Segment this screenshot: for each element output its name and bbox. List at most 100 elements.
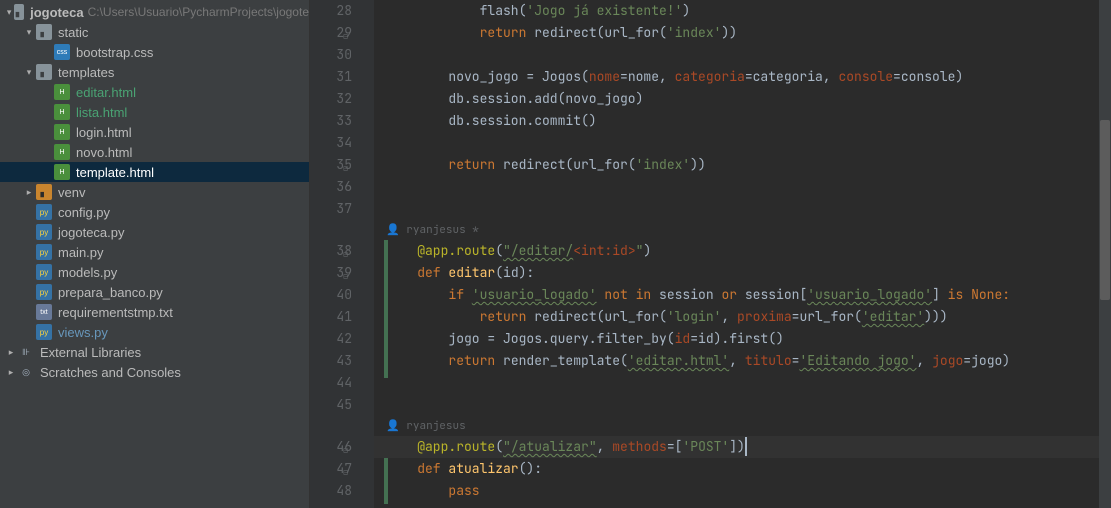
- tree-item-label: Scratches and Consoles: [40, 365, 181, 380]
- folder-icon: ▖: [36, 24, 52, 40]
- tree-item-label: novo.html: [76, 145, 132, 160]
- line-number: 32: [310, 88, 352, 110]
- tree-item-path: C:\Users\Usuario\PycharmProjects\jogote: [88, 5, 309, 19]
- tree-item-label: jogoteca: [30, 5, 83, 20]
- html-icon: H: [54, 84, 70, 100]
- html-icon: H: [54, 164, 70, 180]
- scrollbar-thumb[interactable]: [1100, 120, 1110, 300]
- vertical-scrollbar[interactable]: [1099, 0, 1111, 508]
- fold-icon[interactable]: ⊟: [339, 462, 348, 471]
- py-icon: py: [36, 204, 52, 220]
- tree-item-lista-html[interactable]: Hlista.html: [0, 102, 309, 122]
- line-number: 42: [310, 328, 352, 350]
- vcs-annotation: 👤 ryanjesus *: [374, 220, 1111, 240]
- tree-item-config-py[interactable]: py config.py: [0, 202, 309, 222]
- line-number: 48: [310, 480, 352, 502]
- tree-item-label: main.py: [58, 245, 104, 260]
- html-icon: H: [54, 124, 70, 140]
- chevron-icon[interactable]: ▾: [24, 67, 34, 78]
- vcs-annotation: 👤 ryanjesus: [374, 416, 1111, 436]
- line-number: [310, 220, 352, 240]
- line-number: 46⊟: [310, 436, 352, 458]
- fold-icon[interactable]: ⊟: [339, 158, 348, 167]
- tree-item-templates[interactable]: ▾▖ templates: [0, 62, 309, 82]
- tree-item-external-libraries[interactable]: ▸⊪ External Libraries: [0, 342, 309, 362]
- tree-item-label: static: [58, 25, 88, 40]
- tree-item-jogoteca[interactable]: ▾▖ jogoteca C:\Users\Usuario\PycharmProjec…: [0, 2, 309, 22]
- tree-item-venv[interactable]: ▸▖ venv: [0, 182, 309, 202]
- line-number: 44: [310, 372, 352, 394]
- tree-item-label: config.py: [58, 205, 110, 220]
- current-line[interactable]: @app.route("/atualizar", methods=['POST'…: [374, 436, 1111, 458]
- tree-item-label: models.py: [58, 265, 117, 280]
- html-icon: H: [54, 144, 70, 160]
- chevron-icon[interactable]: ▸: [6, 367, 16, 378]
- tree-item-login-html[interactable]: Hlogin.html: [0, 122, 309, 142]
- line-number: 38⊟: [310, 240, 352, 262]
- chevron-icon[interactable]: ▾: [24, 27, 34, 38]
- fold-icon[interactable]: ⊟: [339, 266, 348, 275]
- line-number: 34: [310, 132, 352, 154]
- py-icon: py: [36, 324, 52, 340]
- line-number: 43: [310, 350, 352, 372]
- line-number: 35⊟: [310, 154, 352, 176]
- line-number: 30: [310, 44, 352, 66]
- tree-item-novo-html[interactable]: Hnovo.html: [0, 142, 309, 162]
- tree-item-jogoteca-py[interactable]: py jogoteca.py: [0, 222, 309, 242]
- chevron-icon[interactable]: ▸: [24, 187, 34, 198]
- tree-item-label: templates: [58, 65, 114, 80]
- line-number: 36: [310, 176, 352, 198]
- line-number: 47⊟: [310, 458, 352, 480]
- tree-item-label: views.py: [58, 325, 108, 340]
- tree-item-label: jogoteca.py: [58, 225, 125, 240]
- py-icon: py: [36, 264, 52, 280]
- line-number: 41: [310, 306, 352, 328]
- code-area[interactable]: flash('Jogo já existente!') return redir…: [374, 0, 1111, 508]
- tree-item-label: bootstrap.css: [76, 45, 153, 60]
- py-icon: py: [36, 284, 52, 300]
- tree-item-label: prepara_banco.py: [58, 285, 163, 300]
- line-number: 31: [310, 66, 352, 88]
- code-editor[interactable]: 2829⊟303132333435⊟363738⊟39⊟404142434445…: [310, 0, 1111, 508]
- tree-item-bootstrap-css[interactable]: css bootstrap.css: [0, 42, 309, 62]
- project-tree[interactable]: ▾▖jogotecaC:\Users\Usuario\PycharmProjec…: [0, 0, 310, 508]
- line-number: 45: [310, 394, 352, 416]
- lib-icon: ⊪: [18, 344, 34, 360]
- line-number: 39⊟: [310, 262, 352, 284]
- chevron-icon[interactable]: ▸: [6, 347, 16, 358]
- folder-e-icon: ▖: [36, 184, 52, 200]
- line-number: 37: [310, 198, 352, 220]
- html-icon: H: [54, 104, 70, 120]
- lib-icon: ◎: [18, 364, 34, 380]
- tree-item-static[interactable]: ▾▖ static: [0, 22, 309, 42]
- py-icon: py: [36, 224, 52, 240]
- tree-item-views-py[interactable]: py views.py: [0, 322, 309, 342]
- folder-icon: ▖: [14, 4, 24, 20]
- tree-item-prepara-banco-py[interactable]: py prepara_banco.py: [0, 282, 309, 302]
- tree-item-label: editar.html: [76, 85, 136, 100]
- tree-item-label: login.html: [76, 125, 132, 140]
- css-icon: css: [54, 44, 70, 60]
- folder-icon: ▖: [36, 64, 52, 80]
- line-number: 40: [310, 284, 352, 306]
- tree-item-label: venv: [58, 185, 85, 200]
- line-number: 29⊟: [310, 22, 352, 44]
- tree-item-label: requirementstmp.txt: [58, 305, 173, 320]
- tree-item-label: lista.html: [76, 105, 127, 120]
- tree-item-template-html[interactable]: Htemplate.html: [0, 162, 309, 182]
- tree-item-requirementstmp-txt[interactable]: txtrequirementstmp.txt: [0, 302, 309, 322]
- fold-icon[interactable]: ⊟: [339, 244, 348, 253]
- line-number-gutter: 2829⊟303132333435⊟363738⊟39⊟404142434445…: [310, 0, 374, 508]
- chevron-icon[interactable]: ▾: [6, 7, 12, 18]
- text-caret: [745, 437, 747, 456]
- tree-item-editar-html[interactable]: Heditar.html: [0, 82, 309, 102]
- tree-item-label: template.html: [76, 165, 154, 180]
- tree-item-main-py[interactable]: py main.py: [0, 242, 309, 262]
- py-icon: py: [36, 244, 52, 260]
- fold-icon[interactable]: ⊟: [339, 440, 348, 449]
- tree-item-label: External Libraries: [40, 345, 141, 360]
- tree-item-scratches-and-consoles[interactable]: ▸◎ Scratches and Consoles: [0, 362, 309, 382]
- fold-icon[interactable]: ⊟: [339, 26, 348, 35]
- line-number: [310, 416, 352, 436]
- tree-item-models-py[interactable]: py models.py: [0, 262, 309, 282]
